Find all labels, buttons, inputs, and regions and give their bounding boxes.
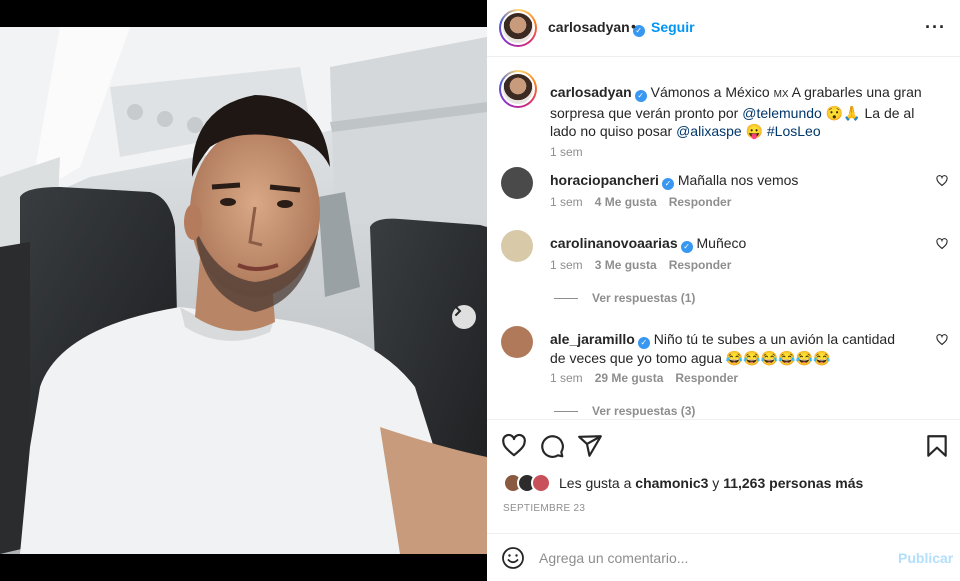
instagram-post-modal: carlosadyan ✓ • Seguir ··· carlosadyan ✓ V… bbox=[0, 0, 960, 581]
caption-emoji: 😛 bbox=[745, 123, 763, 139]
comment-text: ale_jaramillo ✓ Niño tú te subes a un avi… bbox=[550, 330, 910, 367]
comment-likes-count[interactable]: 4 Me gusta bbox=[595, 195, 657, 209]
replies-divider-line bbox=[554, 410, 578, 412]
reply-button[interactable]: Responder bbox=[669, 195, 732, 209]
view-replies-button[interactable]: Ver respuestas (3) bbox=[554, 404, 695, 418]
comment-like-icon[interactable] bbox=[936, 175, 948, 187]
more-icon[interactable]: ··· bbox=[925, 17, 946, 38]
add-comment-bar: Publicar bbox=[487, 533, 960, 581]
comment-likes-count[interactable]: 3 Me gusta bbox=[595, 258, 657, 272]
emoji-icon[interactable] bbox=[501, 546, 525, 570]
verified-icon: ✓ bbox=[637, 337, 650, 349]
post-side-panel: carlosadyan ✓ • Seguir ··· carlosadyan ✓ V… bbox=[487, 0, 960, 581]
post-date[interactable]: SEPTIEMBRE 23 bbox=[503, 503, 585, 514]
comment-text: carolinanovoaarias ✓ Muñeco bbox=[550, 234, 910, 253]
caption-text: carlosadyan ✓ Vámonos a México MX A graba… bbox=[550, 83, 940, 140]
publish-button[interactable]: Publicar bbox=[898, 550, 953, 566]
verified-icon: ✓ bbox=[634, 90, 647, 102]
comment-body: Mañalla nos vemos bbox=[677, 172, 799, 188]
comment-likes-count[interactable]: 29 Me gusta bbox=[595, 371, 664, 385]
selfie-airplane-image bbox=[0, 27, 487, 554]
verified-icon: ✓ bbox=[680, 241, 693, 253]
view-replies-label[interactable]: Ver respuestas (3) bbox=[592, 404, 695, 418]
post-actions-bar bbox=[487, 419, 960, 469]
view-replies-label[interactable]: Ver respuestas (1) bbox=[592, 291, 695, 305]
likes-count[interactable]: 11,263 personas más bbox=[723, 475, 863, 491]
share-icon[interactable] bbox=[577, 433, 603, 459]
comment-like-icon[interactable] bbox=[936, 334, 948, 346]
comment-timestamp[interactable]: 1 sem bbox=[550, 371, 583, 385]
liker-username[interactable]: chamonic3 bbox=[635, 475, 708, 491]
caption-author-avatar[interactable] bbox=[499, 70, 537, 108]
hashtag-link[interactable]: #LosLeo bbox=[767, 123, 821, 139]
comment-like-icon[interactable] bbox=[936, 238, 948, 250]
commenter-username[interactable]: carolinanovoaarias bbox=[550, 235, 678, 251]
mention-link[interactable]: @alixaspe bbox=[676, 123, 742, 139]
commenter-username[interactable]: ale_jaramillo bbox=[550, 331, 635, 347]
likes-text: Les gusta a chamonic3 y 11,263 personas … bbox=[559, 475, 863, 491]
commenter-avatar[interactable] bbox=[501, 230, 533, 262]
liker-avatar bbox=[531, 473, 551, 493]
caption-username[interactable]: carlosadyan bbox=[550, 84, 632, 100]
likes-summary[interactable]: Les gusta a chamonic3 y 11,263 personas … bbox=[503, 473, 863, 493]
comment-timestamp[interactable]: 1 sem bbox=[550, 258, 583, 272]
replies-divider-line bbox=[554, 297, 578, 299]
comment-text: horaciopancheri ✓ Mañalla nos vemos bbox=[550, 171, 910, 190]
view-replies-button[interactable]: Ver respuestas (1) bbox=[554, 291, 695, 305]
post-header: carlosadyan ✓ • Seguir ··· bbox=[487, 0, 960, 57]
follow-button[interactable]: Seguir bbox=[651, 19, 695, 35]
caption-emoji: 😯🙏 bbox=[825, 105, 861, 121]
carousel-next-button[interactable] bbox=[452, 305, 476, 329]
heart-icon[interactable] bbox=[501, 433, 527, 459]
comments-list[interactable]: carlosadyan ✓ Vámonos a México MX A graba… bbox=[487, 58, 960, 418]
post-photo[interactable] bbox=[0, 27, 487, 554]
reply-button[interactable]: Responder bbox=[675, 371, 738, 385]
mention-link[interactable]: @telemundo bbox=[742, 105, 822, 121]
comment-meta: 1 sem 29 Me gusta Responder bbox=[550, 371, 738, 385]
likes-prefix: Les gusta a bbox=[559, 475, 636, 491]
reply-button[interactable]: Responder bbox=[669, 258, 732, 272]
caption-part: Vámonos a México bbox=[650, 84, 774, 100]
verified-icon: ✓ bbox=[661, 178, 674, 190]
comment-meta: 1 sem 3 Me gusta Responder bbox=[550, 258, 731, 272]
comment-body: Muñeco bbox=[696, 235, 747, 251]
commenter-avatar[interactable] bbox=[501, 326, 533, 358]
comment-input[interactable] bbox=[539, 547, 879, 569]
comment-timestamp[interactable]: 1 sem bbox=[550, 195, 583, 209]
chevron-right-icon bbox=[455, 306, 462, 316]
comment-meta: 1 sem 4 Me gusta Responder bbox=[550, 195, 731, 209]
mexico-flag-icon: MX bbox=[773, 89, 789, 100]
bookmark-icon[interactable] bbox=[924, 433, 950, 459]
commenter-avatar[interactable] bbox=[501, 167, 533, 199]
caption-timestamp[interactable]: 1 sem bbox=[550, 145, 583, 159]
commenter-username[interactable]: horaciopancheri bbox=[550, 172, 659, 188]
author-username[interactable]: carlosadyan bbox=[548, 19, 630, 35]
comment-icon[interactable] bbox=[539, 433, 565, 459]
likes-conjunction: y bbox=[708, 475, 724, 491]
header-separator: • bbox=[631, 18, 636, 34]
author-avatar[interactable] bbox=[499, 9, 537, 47]
